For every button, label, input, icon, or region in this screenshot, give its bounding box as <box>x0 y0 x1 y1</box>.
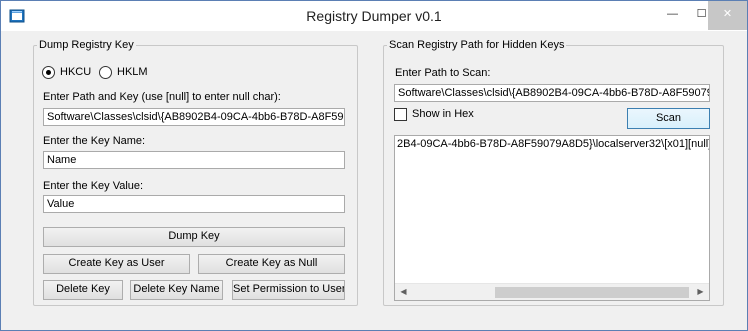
scan-button[interactable]: Scan <box>627 108 710 129</box>
scan-path-label: Enter Path to Scan: <box>395 67 491 79</box>
hklm-radio[interactable] <box>99 66 112 79</box>
delete-key-name-button[interactable]: Delete Key Name <box>130 280 223 300</box>
hklm-radio-label[interactable]: HKLM <box>117 66 148 78</box>
create-key-as-user-button[interactable]: Create Key as User <box>43 254 190 274</box>
hkcu-radio[interactable] <box>42 66 55 79</box>
key-name-label: Enter the Key Name: <box>43 135 146 147</box>
show-in-hex-label[interactable]: Show in Hex <box>412 108 474 120</box>
set-permission-button[interactable]: Set Permission to User <box>232 280 345 300</box>
delete-key-button[interactable]: Delete Key <box>43 280 123 300</box>
create-key-as-null-button[interactable]: Create Key as Null <box>198 254 345 274</box>
hkcu-radio-label[interactable]: HKCU <box>60 66 91 78</box>
window-title: Registry Dumper v0.1 <box>306 8 442 24</box>
path-key-input[interactable]: Software\Classes\clsid\{AB8902B4-09CA-4b… <box>43 108 345 126</box>
dump-group-label: Dump Registry Key <box>39 39 134 51</box>
key-value-label: Enter the Key Value: <box>43 180 144 192</box>
app-window: Registry Dumper v0.1 — ☐ ✕ Dump Registry… <box>0 0 748 331</box>
client-area: Dump Registry Key HKCU HKLM Enter Path a… <box>2 31 746 330</box>
title-bar[interactable]: Registry Dumper v0.1 — ☐ ✕ <box>1 1 747 31</box>
close-button[interactable]: ✕ <box>708 1 747 30</box>
scan-path-input[interactable]: Software\Classes\clsid\{AB8902B4-09CA-4b… <box>394 84 710 102</box>
scan-group-label: Scan Registry Path for Hidden Keys <box>389 39 565 51</box>
minimize-button[interactable]: — <box>658 1 687 30</box>
scan-results-list[interactable]: 2B4-09CA-4bb6-B78D-A8F59079A8D5}\localse… <box>394 135 710 301</box>
list-item[interactable]: 2B4-09CA-4bb6-B78D-A8F59079A8D5}\localse… <box>397 138 709 150</box>
scrollbar-thumb[interactable] <box>495 287 689 298</box>
scroll-right-icon[interactable]: ▶ <box>692 284 709 300</box>
scroll-left-icon[interactable]: ◀ <box>395 284 412 300</box>
path-key-label: Enter Path and Key (use [null] to enter … <box>43 91 281 103</box>
show-in-hex-checkbox[interactable] <box>394 108 407 121</box>
key-name-input[interactable]: Name <box>43 151 345 169</box>
key-value-input[interactable]: Value <box>43 195 345 213</box>
horizontal-scrollbar[interactable]: ◀ ▶ <box>395 283 709 300</box>
dump-key-button[interactable]: Dump Key <box>43 227 345 247</box>
